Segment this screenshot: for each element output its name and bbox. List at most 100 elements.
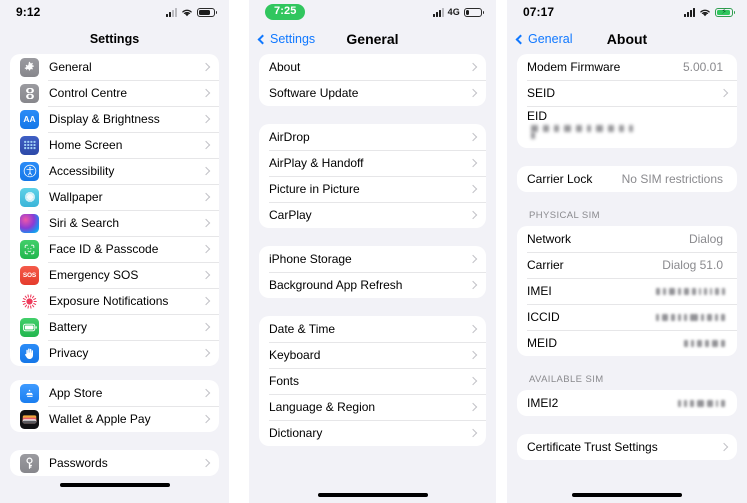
- list-row[interactable]: Picture in Picture: [259, 176, 486, 202]
- list-row-value: Dialog: [688, 232, 723, 246]
- list-row[interactable]: Wallpaper: [10, 184, 219, 210]
- list-row[interactable]: AirPlay & Handoff: [259, 150, 486, 176]
- list-row[interactable]: IMEI: [517, 278, 737, 304]
- list-row[interactable]: Fonts: [259, 368, 486, 394]
- list-group: App Store Wallet & Apple Pay: [10, 380, 219, 432]
- redacted-segment: [710, 287, 712, 295]
- redacted-segment: [707, 399, 713, 407]
- list-row[interactable]: Accessibility: [10, 158, 219, 184]
- list-row[interactable]: Network Dialog: [517, 226, 737, 252]
- list-row-label: AirDrop: [269, 130, 310, 144]
- back-button[interactable]: Settings: [249, 32, 315, 46]
- status-time-recording-pill: 7:25: [265, 4, 306, 20]
- redacted-segment: [656, 313, 659, 321]
- list-row[interactable]: Carrier Dialog 51.0: [517, 252, 737, 278]
- chevron-right-icon: [468, 184, 478, 194]
- redacted-segment: [701, 313, 704, 321]
- list-row[interactable]: MEID: [517, 330, 737, 356]
- list-row[interactable]: Exposure Notifications: [10, 288, 219, 314]
- passwords-key-icon: [20, 453, 39, 473]
- list-row-label: Fonts: [269, 374, 300, 388]
- back-button-label: General: [528, 32, 573, 46]
- list-row-label: Exposure Notifications: [49, 294, 169, 308]
- redacted-segment: [699, 287, 701, 295]
- list-row[interactable]: SEID: [517, 80, 737, 106]
- chevron-right-icon: [468, 62, 478, 72]
- chevron-right-icon: [719, 442, 729, 452]
- battery-fill: [466, 9, 470, 15]
- redacted-segment: [690, 313, 698, 321]
- list-row-label: Carrier Lock: [527, 172, 593, 186]
- redacted-segment: [669, 287, 675, 295]
- list-group: IMEI2: [517, 390, 737, 416]
- list-row[interactable]: Background App Refresh: [259, 272, 486, 298]
- redacted-segment: [684, 339, 688, 347]
- siri-icon: [20, 213, 39, 233]
- list-row[interactable]: Carrier Lock No SIM restrictions: [517, 166, 737, 192]
- back-button[interactable]: General: [507, 32, 572, 46]
- list-row[interactable]: Passwords: [10, 450, 219, 476]
- redacted-segment: [712, 339, 718, 347]
- redacted-segment: [692, 287, 696, 295]
- list-row[interactable]: Date & Time: [259, 316, 486, 342]
- redacted-segment: [690, 399, 694, 407]
- panel-divider-2: [496, 0, 507, 503]
- list-row[interactable]: AA Display & Brightness: [10, 106, 219, 132]
- list-row[interactable]: CarPlay: [259, 202, 486, 228]
- list-row[interactable]: Privacy: [10, 340, 219, 366]
- chevron-right-icon: [201, 244, 211, 254]
- list-row[interactable]: Dictionary: [259, 420, 486, 446]
- panel-settings: 9:12 Settings General Control Centre AA Displ…: [0, 0, 229, 503]
- list-row[interactable]: Keyboard: [259, 342, 486, 368]
- accessibility-icon: [20, 161, 39, 181]
- list-row-label: Battery: [49, 320, 88, 334]
- list-row[interactable]: AirDrop: [259, 124, 486, 150]
- list-row[interactable]: EID: [517, 106, 737, 148]
- cellular-signal-icon: [684, 7, 695, 17]
- status-icons: ⚡: [684, 7, 735, 17]
- redacted-segment: [715, 313, 718, 321]
- redacted-eid-line: [527, 125, 727, 132]
- list-row[interactable]: Battery: [10, 314, 219, 340]
- list-row[interactable]: Certificate Trust Settings: [517, 434, 737, 460]
- list-row[interactable]: About: [259, 54, 486, 80]
- home-screen-icon: [20, 135, 39, 155]
- list-row-label: Certificate Trust Settings: [527, 440, 658, 454]
- redacted-segment: [678, 399, 681, 407]
- list-row[interactable]: App Store: [10, 380, 219, 406]
- list-row[interactable]: Face ID & Passcode: [10, 236, 219, 262]
- redacted-segment: [704, 287, 707, 295]
- list-row[interactable]: General: [10, 54, 219, 80]
- list-row[interactable]: Control Centre: [10, 80, 219, 106]
- list-row-label: Network: [527, 232, 572, 246]
- list-row-value: 5.00.01: [682, 60, 723, 74]
- chevron-right-icon: [201, 166, 211, 176]
- list-row-label: CarPlay: [269, 208, 312, 222]
- redacted-segment: [684, 313, 687, 321]
- list-row-label: Background App Refresh: [269, 278, 403, 292]
- list-row[interactable]: IMEI2: [517, 390, 737, 416]
- list-row[interactable]: Language & Region: [259, 394, 486, 420]
- redacted-segment: [678, 313, 681, 321]
- list-row[interactable]: Siri & Search: [10, 210, 219, 236]
- list-row[interactable]: Modem Firmware 5.00.01: [517, 54, 737, 80]
- list-row-label: Language & Region: [269, 400, 376, 414]
- redacted-segment: [662, 313, 668, 321]
- panel-general: 7:25 4G Settings General About Software Updat…: [249, 0, 496, 503]
- redacted-segment: [684, 399, 687, 407]
- chevron-right-icon: [201, 192, 211, 202]
- list-row[interactable]: SOS Emergency SOS: [10, 262, 219, 288]
- list-group: Network Dialog Carrier Dialog 51.0 IMEI ICCID…: [517, 226, 737, 356]
- list-group: Modem Firmware 5.00.01 SEID EID: [517, 54, 737, 148]
- list-row[interactable]: Wallet & Apple Pay: [10, 406, 219, 432]
- list-row[interactable]: ICCID: [517, 304, 737, 330]
- emergency-sos-icon: SOS: [20, 265, 39, 285]
- list-row[interactable]: Home Screen: [10, 132, 219, 158]
- settings-list: Modem Firmware 5.00.01 SEID EID Carrier Lock…: [507, 54, 747, 503]
- list-group: Date & Time Keyboard Fonts Language & Regio…: [259, 316, 486, 446]
- list-row-label: Keyboard: [269, 348, 321, 362]
- list-row[interactable]: Software Update: [259, 80, 486, 106]
- list-row[interactable]: iPhone Storage: [259, 246, 486, 272]
- list-group: General Control Centre AA Display & Brightn…: [10, 54, 219, 366]
- list-group: Carrier Lock No SIM restrictions: [517, 166, 737, 192]
